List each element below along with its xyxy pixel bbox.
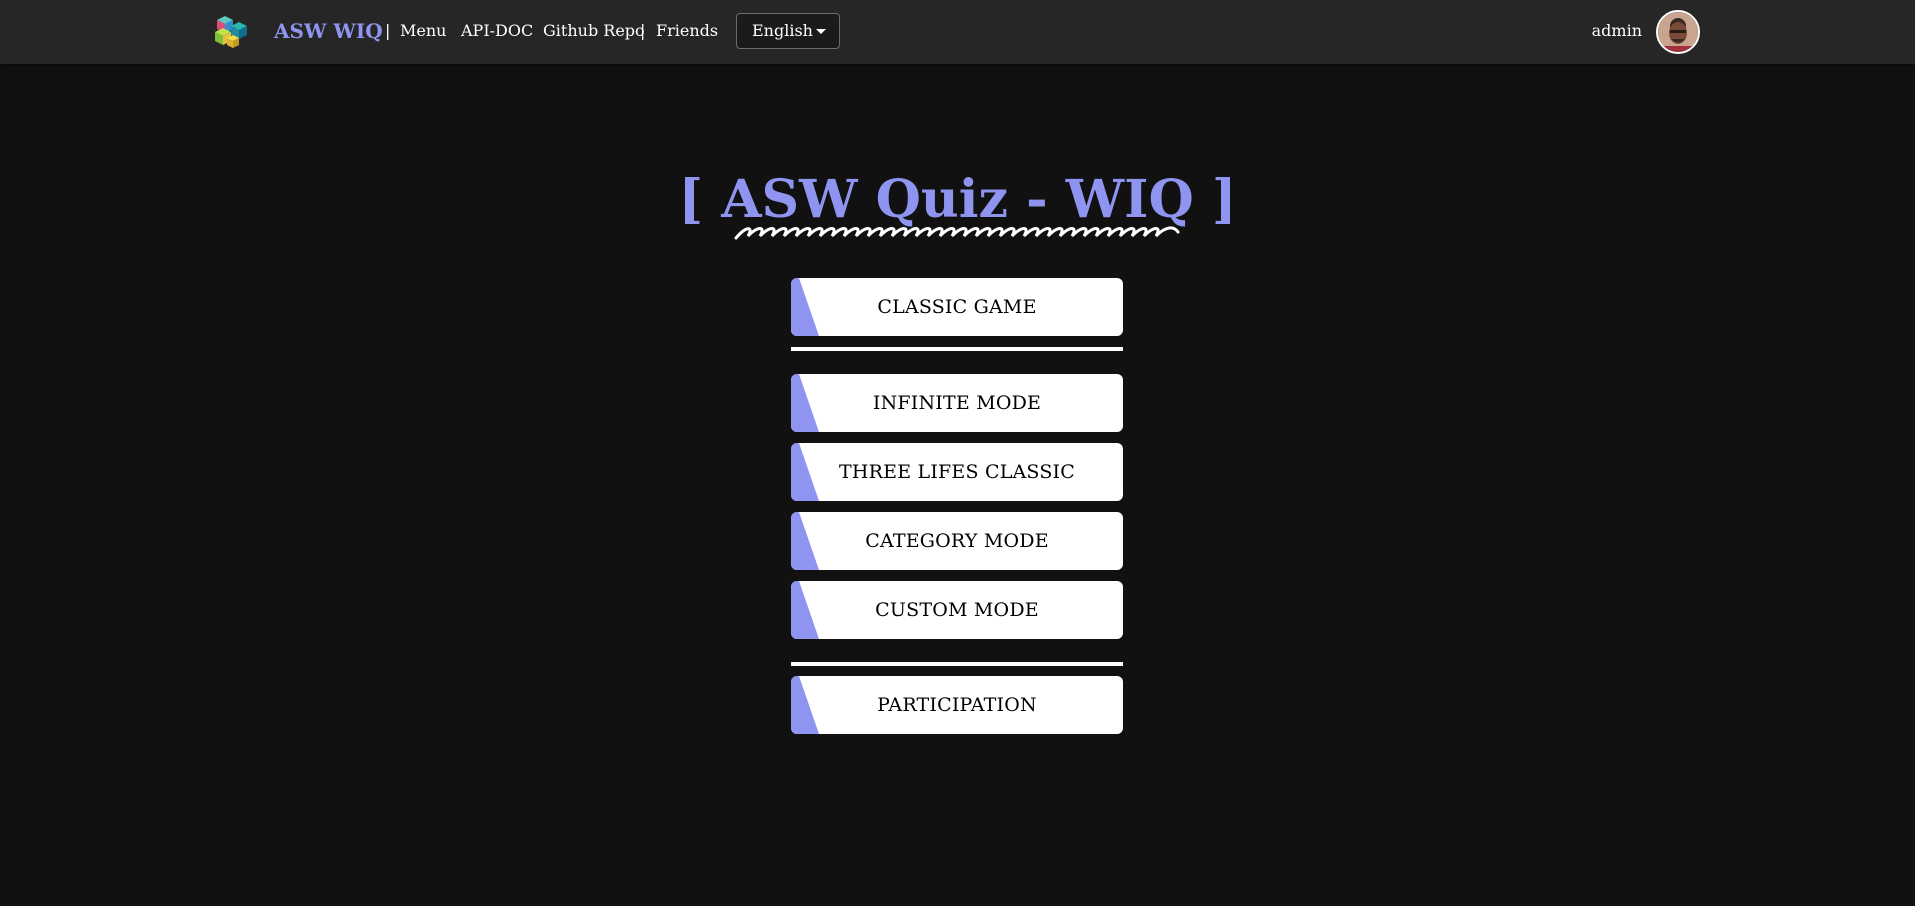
username-label[interactable]: admin: [1592, 20, 1642, 42]
three-lifes-classic-label: THREE LIFES CLASSIC: [839, 461, 1075, 483]
category-mode-button[interactable]: CATEGORY MODE: [791, 512, 1123, 570]
nav-link-friends[interactable]: Friends: [656, 20, 718, 42]
three-lifes-classic-button[interactable]: THREE LIFES CLASSIC: [791, 443, 1123, 501]
nav-link-github-repo[interactable]: Github Repo: [543, 20, 645, 42]
brand-title[interactable]: ASW WIQ: [274, 18, 383, 44]
menu-divider: [791, 347, 1123, 351]
infinite-mode-label: INFINITE MODE: [872, 392, 1042, 414]
nav-link-api-doc[interactable]: API-DOC: [461, 20, 533, 42]
classic-game-button[interactable]: CLASSIC GAME: [791, 278, 1123, 336]
category-mode-label: CATEGORY MODE: [865, 530, 1049, 552]
nav-separator: |: [640, 21, 646, 40]
classic-game-label: CLASSIC GAME: [877, 296, 1037, 318]
language-select[interactable]: English: [736, 13, 840, 49]
avatar[interactable]: [1656, 10, 1700, 54]
top-navbar: ASW WIQ | Menu API-DOC Github Repo | Fri…: [0, 0, 1915, 64]
custom-mode-label: CUSTOM MODE: [875, 599, 1039, 621]
infinite-mode-button[interactable]: INFINITE MODE: [791, 374, 1123, 432]
nav-link-menu[interactable]: Menu: [400, 20, 446, 42]
participation-button[interactable]: PARTICIPATION: [791, 676, 1123, 734]
nav-separator: |: [385, 21, 391, 40]
user-avatar-icon: [1658, 12, 1698, 52]
title-underline-squiggle: [734, 226, 1180, 240]
caret-down-icon: [816, 29, 826, 34]
cube-logo-icon[interactable]: [211, 12, 253, 50]
menu-divider: [791, 662, 1123, 666]
participation-label: PARTICIPATION: [877, 694, 1037, 716]
language-selected-value: English: [752, 21, 813, 40]
custom-mode-button[interactable]: CUSTOM MODE: [791, 581, 1123, 639]
